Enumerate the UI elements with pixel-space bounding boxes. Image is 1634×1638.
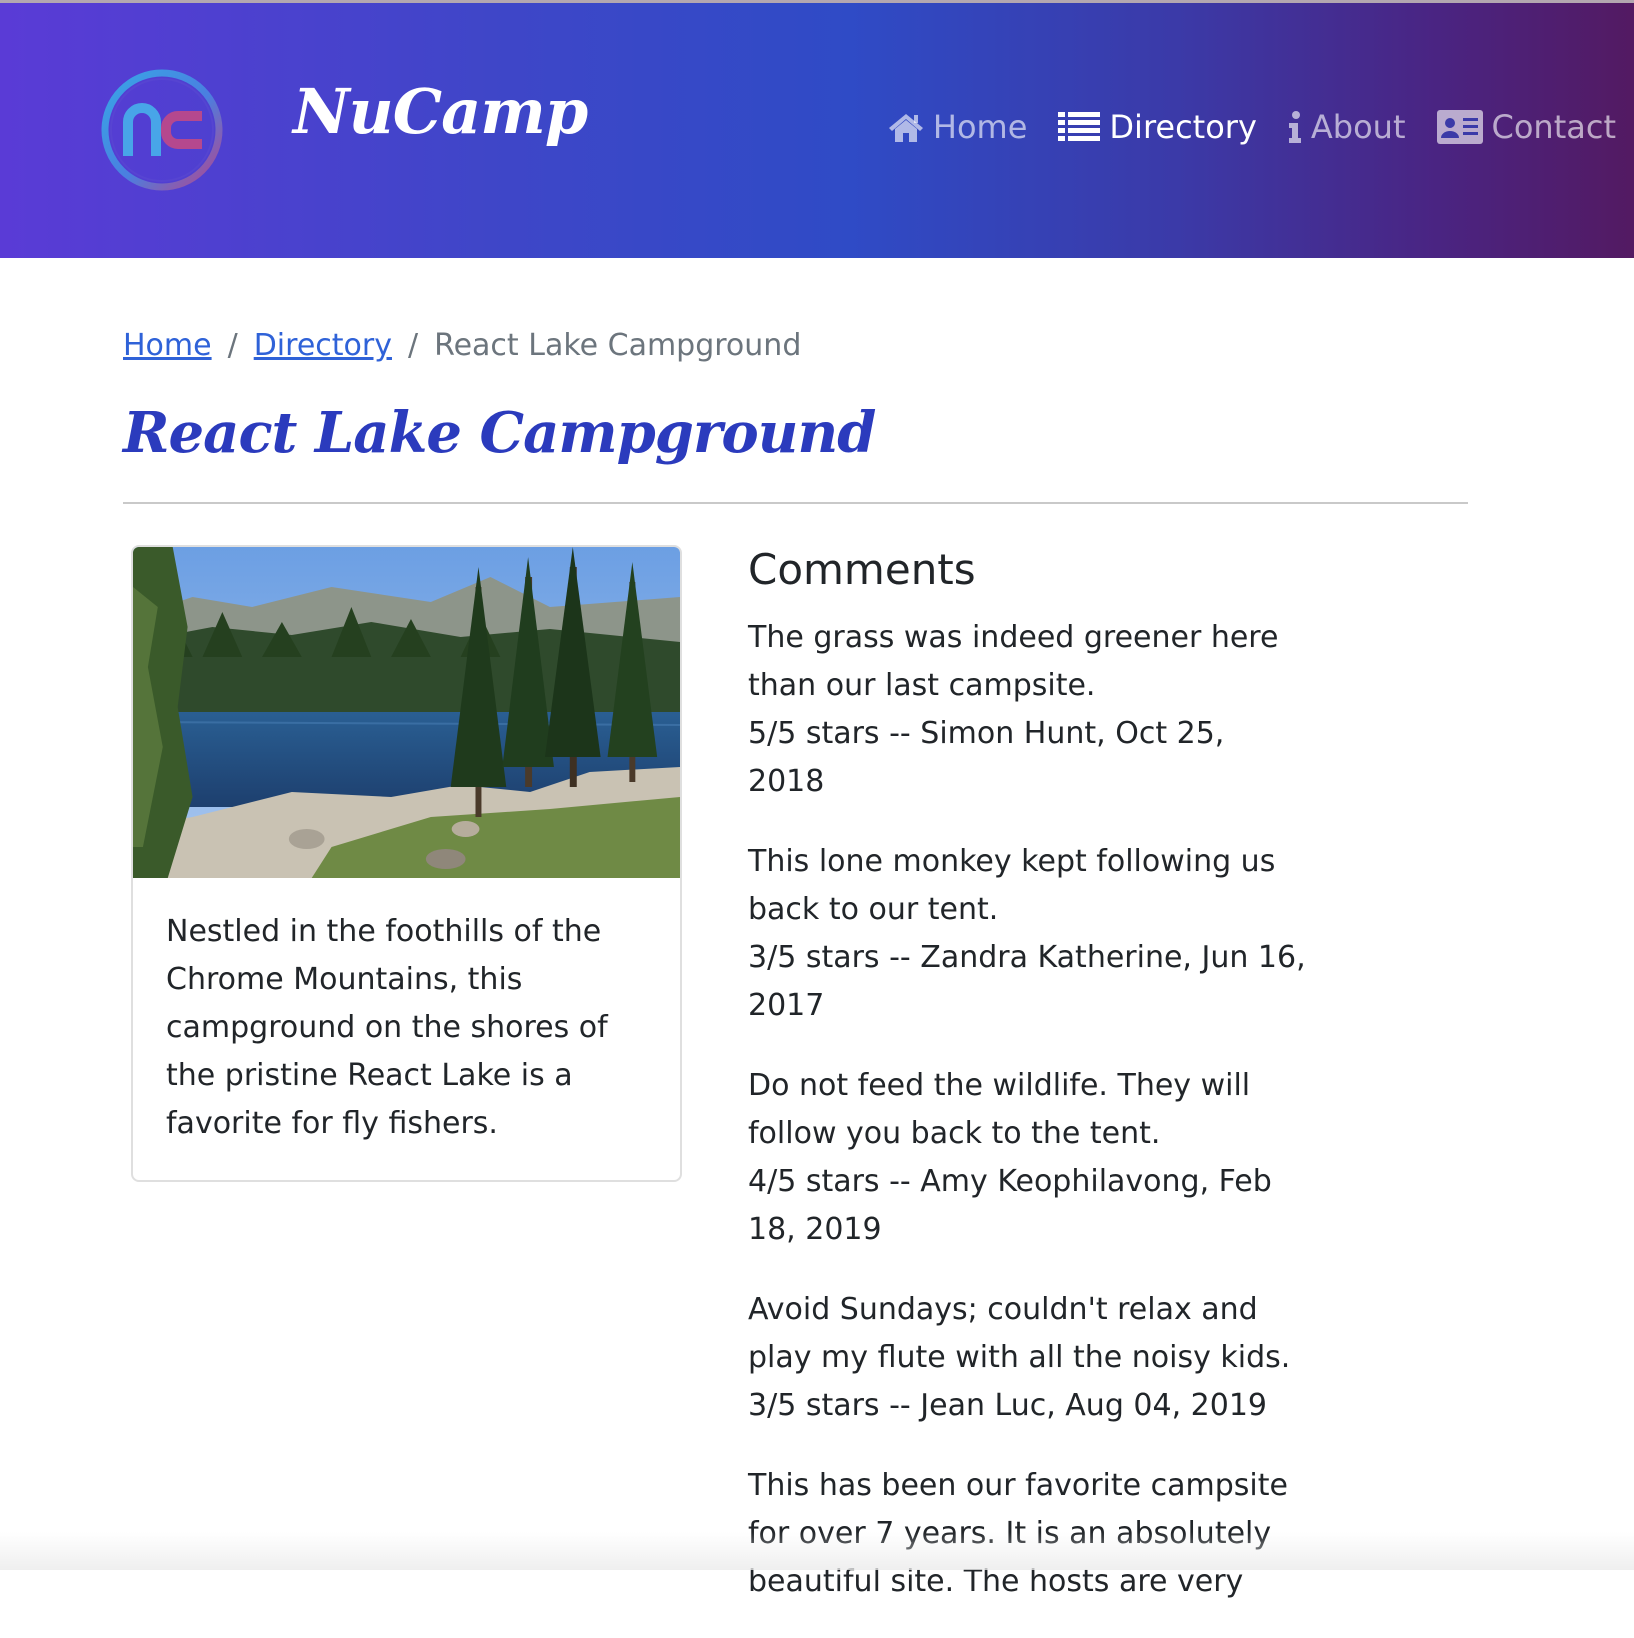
comment-text: This lone monkey kept following us back … <box>748 844 1276 927</box>
comment-meta: 3/5 stars -- Zandra Katherine, Jun 16, 2… <box>748 940 1306 1023</box>
page-title: React Lake Campground <box>123 400 876 466</box>
comment-meta: 4/5 stars -- Amy Keophilavong, Feb 18, 2… <box>748 1164 1272 1247</box>
comment-meta: 5/5 stars -- Simon Hunt, Oct 25, 2018 <box>748 716 1225 799</box>
breadcrumb-home-link[interactable]: Home <box>123 328 212 363</box>
comment-item: The grass was indeed greener here than o… <box>748 614 1308 806</box>
address-card-icon <box>1436 109 1484 145</box>
comment-text: Avoid Sundays; couldn't relax and play m… <box>748 1292 1291 1375</box>
comments-heading: Comments <box>748 545 976 594</box>
campsite-image <box>133 547 680 878</box>
comment-text: Do not feed the wildlife. They will foll… <box>748 1068 1251 1151</box>
title-divider <box>123 502 1468 504</box>
nav-about[interactable]: About <box>1287 108 1406 146</box>
brand-name[interactable]: NuCamp <box>293 75 588 148</box>
main-nav: Home Directory About Contact <box>887 108 1616 146</box>
list-icon <box>1057 110 1101 144</box>
breadcrumb-directory-link[interactable]: Directory <box>254 328 392 363</box>
nav-home[interactable]: Home <box>887 108 1028 146</box>
campsite-card: Nestled in the foothills of the Chrome M… <box>131 545 682 1182</box>
navbar: NuCamp Home Directory About Contact <box>0 0 1634 258</box>
nav-about-label: About <box>1310 108 1406 146</box>
comments-section: Comments The grass was indeed greener he… <box>748 545 1308 1638</box>
comment-item: This lone monkey kept following us back … <box>748 838 1308 1030</box>
comment-meta: 3/5 stars -- Jean Luc, Aug 04, 2019 <box>748 1388 1267 1423</box>
breadcrumb-separator: / <box>407 328 419 363</box>
breadcrumb: Home / Directory / React Lake Campground <box>123 328 801 363</box>
breadcrumb-current: React Lake Campground <box>434 328 802 363</box>
comment-item: Avoid Sundays; couldn't relax and play m… <box>748 1286 1308 1430</box>
nav-directory-label: Directory <box>1109 108 1257 146</box>
nav-home-label: Home <box>932 108 1028 146</box>
nucamp-logo[interactable] <box>100 66 230 196</box>
comment-item: This has been our favorite campsite for … <box>748 1462 1308 1606</box>
nav-contact[interactable]: Contact <box>1436 108 1617 146</box>
info-icon <box>1287 110 1303 144</box>
breadcrumb-separator: / <box>227 328 238 363</box>
nav-contact-label: Contact <box>1491 108 1617 146</box>
home-icon <box>887 111 925 143</box>
comment-item: Do not feed the wildlife. They will foll… <box>748 1062 1308 1254</box>
comment-text: The grass was indeed greener here than o… <box>748 620 1279 703</box>
campsite-description: Nestled in the foothills of the Chrome M… <box>166 914 608 1141</box>
nav-directory[interactable]: Directory <box>1057 108 1257 146</box>
comment-text: This has been our favorite campsite for … <box>748 1468 1288 1599</box>
